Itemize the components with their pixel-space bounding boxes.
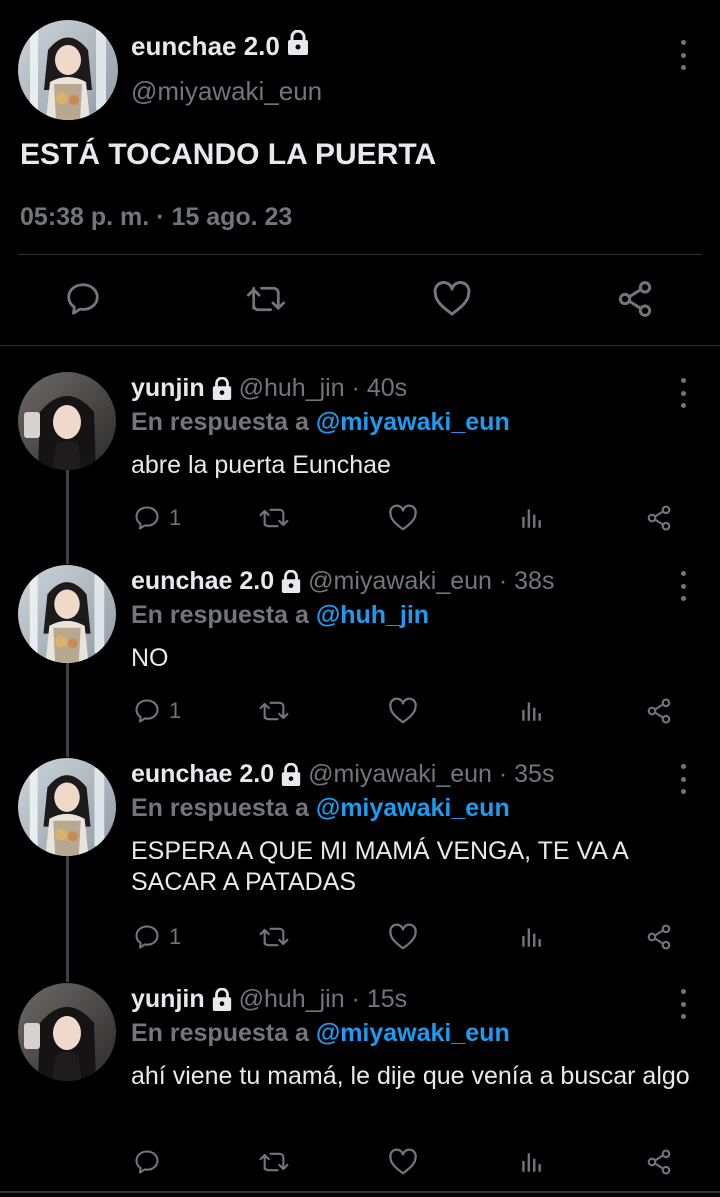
reply-count: 1 (169, 924, 182, 949)
more-options-icon[interactable] (678, 989, 688, 1019)
tweet-timestamp[interactable]: 05:38 p. m. · 15 ago. 23 (20, 203, 292, 232)
tweet-actions: 1 (0, 691, 720, 731)
more-options-icon[interactable] (678, 378, 688, 408)
more-options-icon[interactable] (678, 571, 688, 601)
reply-icon (135, 506, 159, 530)
reply-tweet: yunjin @huh_jin · 40s En respuesta a @mi… (0, 368, 720, 548)
like-icon[interactable] (429, 276, 475, 322)
in-reply-to: En respuesta a @huh_jin (131, 601, 429, 630)
in-reply-to: En respuesta a @miyawaki_eun (131, 1019, 510, 1048)
reply-button[interactable] (133, 1142, 169, 1182)
like-icon[interactable] (388, 917, 418, 957)
reply-tweet: eunchae 2.0 @miyawaki_eun · 38s En respu… (0, 561, 720, 741)
mention-link[interactable]: @miyawaki_eun (316, 794, 510, 822)
reply-header: eunchae 2.0 @miyawaki_eun · 35s (131, 760, 554, 789)
reply-icon (135, 925, 159, 949)
reply-icon (135, 699, 159, 723)
reply-header: yunjin @huh_jin · 40s (131, 374, 407, 403)
like-icon[interactable] (388, 498, 418, 538)
in-reply-prefix: En respuesta a (131, 408, 316, 436)
author-handle[interactable]: @miyawaki_eun · 35s (308, 760, 554, 789)
author-name[interactable]: yunjin (131, 985, 205, 1014)
in-reply-prefix: En respuesta a (131, 1019, 316, 1047)
in-reply-to: En respuesta a @miyawaki_eun (131, 408, 510, 437)
views-icon[interactable] (518, 498, 544, 538)
author-name[interactable]: yunjin (131, 374, 205, 403)
more-options-icon[interactable] (678, 40, 688, 70)
author-name[interactable]: eunchae 2.0 (131, 760, 274, 789)
divider (18, 254, 702, 255)
avatar[interactable] (18, 565, 116, 663)
tweet-actions (0, 276, 720, 322)
lock-icon (211, 987, 233, 1012)
tweet-actions: 1 (0, 498, 720, 538)
reply-tweet: eunchae 2.0 @miyawaki_eun · 35s En respu… (0, 754, 720, 964)
author-name[interactable]: eunchae 2.0 (131, 567, 274, 596)
divider (0, 1191, 720, 1193)
share-icon[interactable] (645, 498, 673, 538)
author-handle[interactable]: @miyawaki_eun · 38s (308, 567, 554, 596)
like-icon[interactable] (388, 691, 418, 731)
in-reply-to: En respuesta a @miyawaki_eun (131, 794, 510, 823)
share-icon[interactable] (645, 1142, 673, 1182)
reply-header: eunchae 2.0 @miyawaki_eun · 38s (131, 567, 554, 596)
mention-link[interactable]: @huh_jin (316, 601, 429, 629)
reply-button[interactable]: 1 (133, 917, 181, 957)
author-handle[interactable]: @huh_jin · 40s (239, 374, 408, 403)
author-handle[interactable]: @miyawaki_eun (131, 76, 322, 107)
tweet-actions: 1 (0, 917, 720, 957)
mention-link[interactable]: @miyawaki_eun (316, 1019, 510, 1047)
like-icon[interactable] (388, 1142, 418, 1182)
in-reply-prefix: En respuesta a (131, 601, 316, 629)
tweet-actions (0, 1142, 720, 1182)
reply-count: 1 (169, 505, 182, 530)
lock-icon (211, 376, 233, 401)
reply-icon[interactable] (60, 276, 106, 322)
avatar[interactable] (18, 983, 116, 1081)
lock-icon (280, 762, 302, 787)
lock-icon (286, 29, 310, 63)
avatar[interactable] (18, 758, 116, 856)
mention-link[interactable]: @miyawaki_eun (316, 408, 510, 436)
reply-header: yunjin @huh_jin · 15s (131, 985, 407, 1014)
share-icon[interactable] (645, 691, 673, 731)
tweet-text: NO (131, 644, 169, 672)
reply-tweet: yunjin @huh_jin · 15s En respuesta a @mi… (0, 979, 720, 1197)
reply-button[interactable]: 1 (133, 498, 181, 538)
views-icon[interactable] (518, 917, 544, 957)
reply-count: 1 (169, 698, 182, 723)
reply-icon (135, 1150, 159, 1174)
retweet-icon[interactable] (258, 917, 290, 957)
retweet-icon[interactable] (258, 691, 290, 731)
main-tweet: eunchae 2.0 @miyawaki_eun ESTÁ TOCANDO L… (0, 0, 720, 346)
retweet-icon[interactable] (243, 276, 289, 322)
retweet-icon[interactable] (258, 1142, 290, 1182)
tweet-text: ESTÁ TOCANDO LA PUERTA (20, 138, 437, 171)
author-name-text: eunchae 2.0 (131, 31, 280, 61)
views-icon[interactable] (518, 691, 544, 731)
share-icon[interactable] (645, 917, 673, 957)
tweet-text: ahí viene tu mamá, le dije que venía a b… (131, 1062, 690, 1090)
author-name[interactable]: eunchae 2.0 (131, 29, 310, 63)
avatar[interactable] (18, 372, 116, 470)
share-icon[interactable] (612, 276, 658, 322)
retweet-icon[interactable] (258, 498, 290, 538)
views-icon[interactable] (518, 1142, 544, 1182)
tweet-text: abre la puerta Eunchae (131, 451, 391, 479)
avatar[interactable] (18, 20, 118, 120)
more-options-icon[interactable] (678, 764, 688, 794)
in-reply-prefix: En respuesta a (131, 794, 316, 822)
tweet-text: ESPERA A QUE MI MAMÁ VENGA, TE VA A SACA… (131, 837, 628, 896)
lock-icon (280, 569, 302, 594)
author-handle[interactable]: @huh_jin · 15s (239, 985, 408, 1014)
reply-button[interactable]: 1 (133, 691, 181, 731)
